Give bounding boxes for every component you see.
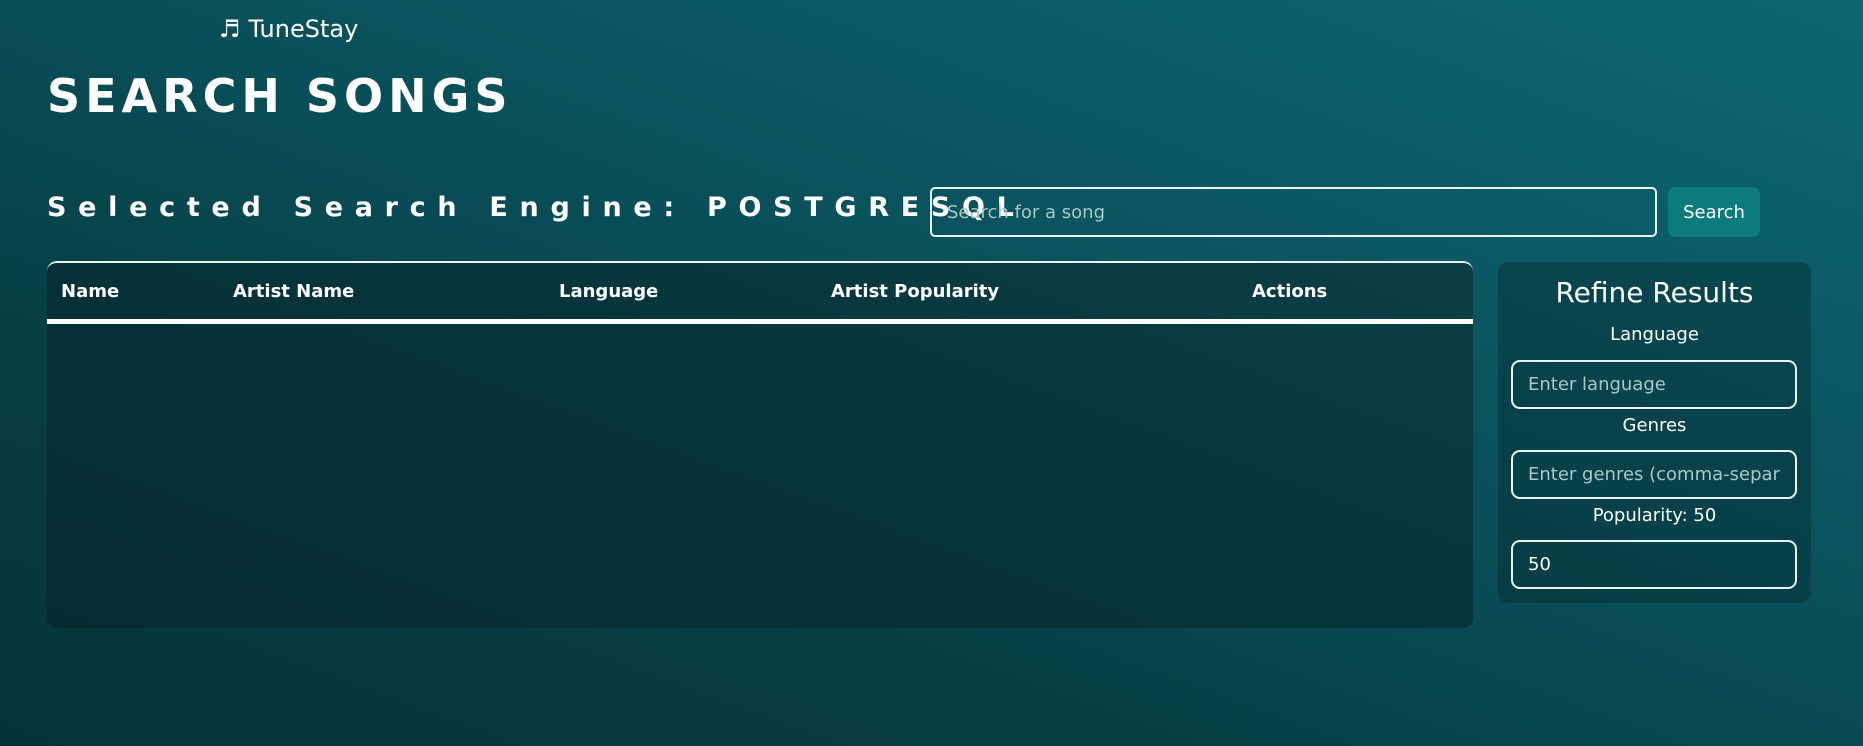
brand[interactable]: ♬ TuneStay: [219, 12, 358, 46]
language-label: Language: [1610, 324, 1699, 345]
selected-engine-label: Selected Search Engine: POSTGRESQL: [47, 192, 1026, 223]
table-header-row: Name Artist Name Language Artist Popular…: [47, 263, 1473, 324]
popularity-filter-input[interactable]: [1511, 540, 1797, 589]
refine-results-title: Refine Results: [1555, 276, 1754, 309]
page-title: SEARCH SONGS: [47, 69, 513, 123]
column-header-language[interactable]: Language: [559, 263, 831, 324]
song-search-input[interactable]: [930, 187, 1657, 237]
music-note-icon: ♬: [219, 15, 241, 43]
brand-name: TuneStay: [248, 15, 359, 43]
genres-label: Genres: [1622, 415, 1687, 436]
column-header-actions: Actions: [1252, 263, 1473, 324]
column-header-artist-name[interactable]: Artist Name: [233, 263, 559, 324]
genres-filter-input[interactable]: [1511, 450, 1797, 499]
popularity-label: Popularity: 50: [1592, 505, 1717, 526]
refine-results-panel: Refine Results Language Genres Popularit…: [1498, 262, 1811, 603]
column-header-name[interactable]: Name: [47, 263, 233, 324]
results-table: Name Artist Name Language Artist Popular…: [47, 263, 1473, 324]
language-filter-input[interactable]: [1511, 360, 1797, 409]
results-table-container: Name Artist Name Language Artist Popular…: [47, 261, 1473, 628]
column-header-artist-popularity[interactable]: Artist Popularity: [831, 263, 1252, 324]
search-button[interactable]: Search: [1668, 187, 1760, 237]
